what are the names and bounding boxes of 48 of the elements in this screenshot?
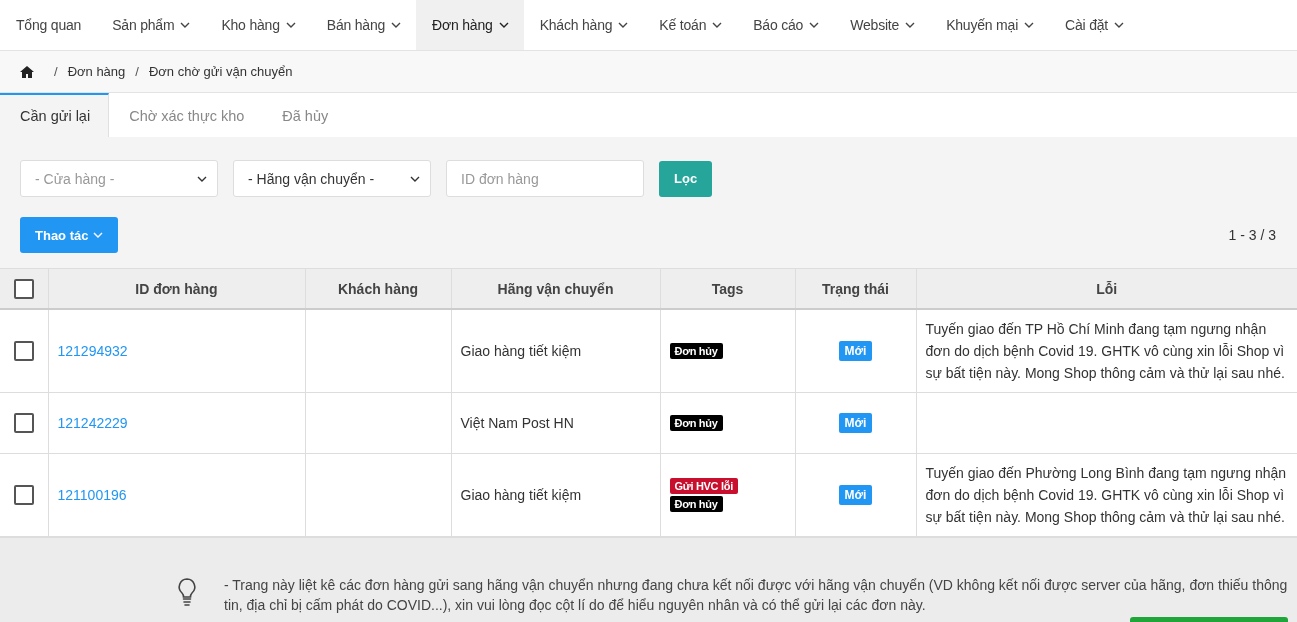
chevron-down-icon [197,175,207,182]
carrier-select[interactable]: - Hãng vận chuyển - [233,160,431,197]
carrier-name: Giao hàng tiết kiệm [460,486,582,503]
order-tag: Đơn hủy [669,495,723,512]
chevron-down-icon [93,232,104,238]
help-text: - Trang này liệt kê các đơn hàng gửi sang hãng vận chuyển nhưng đang chưa kết nối được với hãng vận chuyển (VD không kết nối được server của hãng, đơn thiếu thông tin, địa chỉ bị cấm phát do COVID...), xin vui lòng đọc cột lí do để hiểu nguyên nhân và có thể gửi lại các đơn này. [224,575,1289,615]
nav-item[interactable]: Tổng quan [0,0,97,50]
column-header: Lỗi [1096,280,1118,297]
error-message: Tuyến giao đến Phường Long Bình đang tạm ngưng nhận đơn do dịch bệnh Covid 19. GHTK vô cùng xin lỗi Shop vì sự bất tiện này. Mong Shop thông cảm và thử lại sau nhé. [925,464,1287,525]
row-checkbox[interactable] [13,484,34,505]
nav-item[interactable]: Kho hàng [205,0,311,50]
nav-item[interactable]: Báo cáo [737,0,835,50]
status-badge: Mới [838,340,873,361]
column-header: Khách hàng [337,280,419,297]
nav-item[interactable]: Kế toán [643,0,738,50]
nav-item[interactable]: Đơn hàng [416,0,524,50]
chevron-down-icon [410,175,420,182]
select-all-checkbox[interactable] [13,278,34,299]
column-header: Hãng vận chuyển [497,280,614,297]
breadcrumb-separator: / [54,64,58,79]
status-badge: Mới [838,484,873,505]
column-header: Trạng thái [822,280,889,297]
column-header: ID đơn hàng [135,280,218,297]
breadcrumb-link[interactable]: Đơn hàng [67,64,126,79]
nav-item[interactable]: Cài đặt [1049,0,1140,50]
floating-button[interactable] [1130,616,1288,622]
home-icon[interactable] [20,65,34,78]
pagination-info: 1 - 3 / 3 [1228,227,1276,243]
nav-item[interactable]: Khuyến mại [930,0,1050,50]
nav-item[interactable]: Khách hàng [523,0,644,50]
order-tag: Gửi HVC lỗi [669,477,738,494]
lightbulb-icon [176,576,198,607]
tab[interactable]: Cần gửi lại [0,93,110,137]
row-checkbox[interactable] [13,412,34,433]
nav-item[interactable]: Sản phẩm [96,0,206,50]
status-badge: Mới [838,412,873,433]
column-header: Tags [711,280,744,297]
error-message: Tuyến giao đến TP Hồ Chí Minh đang tạm ngưng nhận đơn do dịch bệnh Covid 19. GHTK vô cùng xin lỗi Shop vì sự bất tiện này. Mong Shop thông cảm và thử lại sau nhé. [925,320,1285,381]
breadcrumb-separator: / [135,64,139,79]
carrier-name: Việt Nam Post HN [460,414,574,431]
nav-item[interactable]: Bán hàng [310,0,417,50]
row-checkbox[interactable] [13,340,34,361]
order-id-field[interactable]: ID đơn hàng [446,160,644,197]
carrier-name: Giao hàng tiết kiệm [460,342,582,359]
order-tag: Đơn hủy [669,414,723,431]
nav-item[interactable]: Website [834,0,931,50]
order-tag: Đơn hủy [669,342,723,359]
breadcrumb-current: Đơn chờ gửi vận chuyển [148,64,293,79]
